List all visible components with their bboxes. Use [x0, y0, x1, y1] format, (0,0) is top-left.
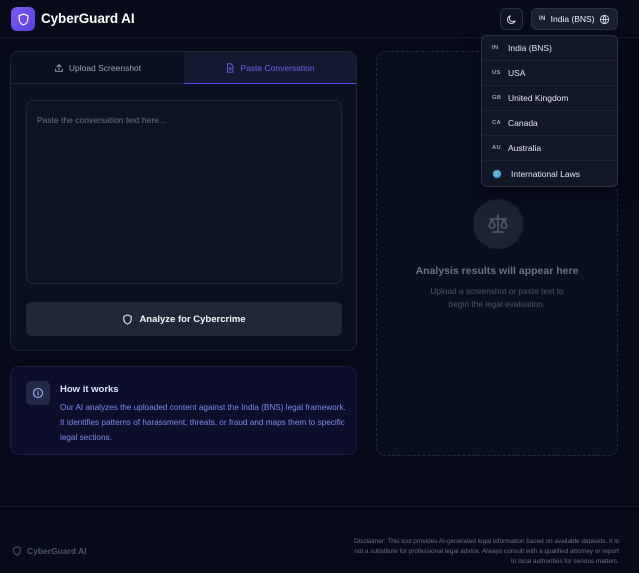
- footer-brand-label: CyberGuard AI: [27, 546, 87, 556]
- document-icon: [227, 62, 234, 73]
- region-code: IN: [539, 16, 546, 22]
- region-option-international[interactable]: International Laws: [482, 161, 617, 186]
- region-option-label: United Kingdom: [508, 93, 569, 103]
- input-card: Upload Screenshot Paste Conversation Pas…: [10, 51, 357, 351]
- region-option-label: Canada: [508, 118, 538, 128]
- region-option-australia[interactable]: AU Australia: [482, 136, 617, 161]
- tab-label: Upload Screenshot: [68, 63, 142, 73]
- analyze-button-label: Analyze for Cybercrime: [139, 313, 246, 325]
- region-option-label: USA: [508, 68, 526, 78]
- moon-icon: [507, 14, 516, 24]
- globe-icon: [492, 169, 502, 179]
- shield-icon: [13, 546, 21, 556]
- how-it-works-text: Our AI analyzes the uploaded content aga…: [60, 403, 346, 442]
- conversation-input[interactable]: Paste the conversation text here...: [26, 100, 342, 284]
- region-option-code: AU: [492, 145, 501, 151]
- tab-paste-conversation[interactable]: Paste Conversation: [184, 52, 356, 84]
- region-option-code: GB: [492, 95, 502, 101]
- shield-icon: [123, 313, 133, 325]
- footer-brand: CyberGuard AI: [12, 546, 87, 556]
- tab-upload-screenshot[interactable]: Upload Screenshot: [11, 52, 184, 84]
- globe-icon: [599, 14, 610, 25]
- how-it-works-card: How it works Our AI analyzes the uploade…: [10, 366, 357, 455]
- region-option-label: International Laws: [511, 169, 580, 179]
- region-option-code: IN: [492, 45, 499, 51]
- tab-label: Paste Conversation: [240, 62, 315, 73]
- app-logo: [11, 7, 35, 31]
- theme-toggle-button[interactable]: [500, 8, 523, 30]
- app-footer: CyberGuard AI Disclaimer: This tool prov…: [0, 506, 639, 573]
- region-option-label: Australia: [508, 143, 542, 153]
- region-option-usa[interactable]: US USA: [482, 61, 617, 86]
- app-title: CyberGuard AI: [41, 11, 135, 26]
- info-icon: [26, 381, 50, 405]
- region-option-code: US: [492, 70, 501, 76]
- region-option-code: CA: [492, 120, 501, 126]
- disclaimer-text: Disclaimer: This tool provides AI-genera…: [354, 538, 619, 565]
- conversation-input-placeholder: Paste the conversation text here...: [37, 115, 166, 125]
- input-tabs: Upload Screenshot Paste Conversation: [11, 52, 356, 84]
- region-label: India (BNS): [550, 14, 595, 24]
- region-option-canada[interactable]: CA Canada: [482, 111, 617, 136]
- results-placeholder-title: Analysis results will appear here: [415, 265, 579, 277]
- region-option-india[interactable]: IN India (BNS): [482, 36, 617, 61]
- region-option-united-kingdom[interactable]: GB United Kingdom: [482, 86, 617, 111]
- region-selector-button[interactable]: IN India (BNS): [531, 8, 618, 30]
- upload-icon: [55, 64, 63, 72]
- scale-icon: [473, 199, 523, 249]
- analyze-button[interactable]: Analyze for Cybercrime: [26, 302, 342, 336]
- app-header: CyberGuard AI IN India (BNS): [0, 0, 639, 38]
- how-it-works-title: How it works: [60, 384, 119, 395]
- region-dropdown-menu: IN India (BNS) US USA GB United Kingdom …: [481, 35, 618, 187]
- results-placeholder-subtitle: Upload a screenshot or paste text to beg…: [430, 286, 564, 309]
- region-option-label: India (BNS): [508, 43, 552, 53]
- shield-icon: [18, 12, 28, 26]
